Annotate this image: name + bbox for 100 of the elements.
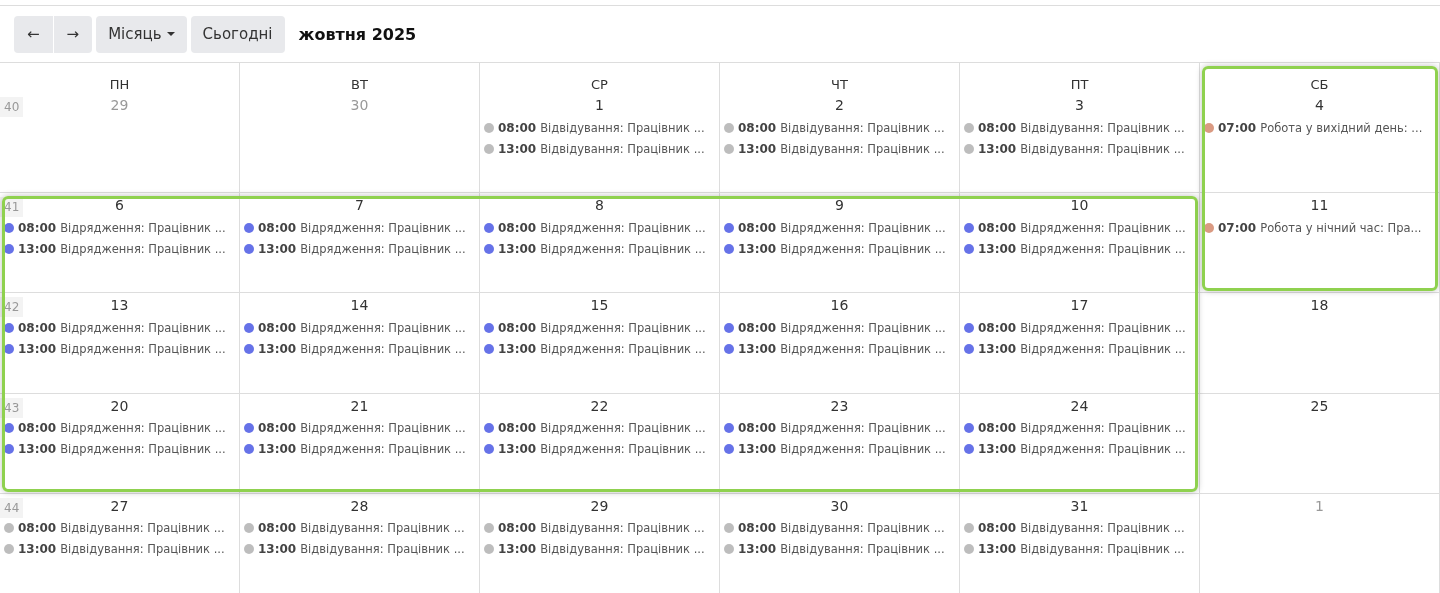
event-time: 13:00 bbox=[738, 442, 777, 457]
calendar-event[interactable]: 08:00 Відрядження: Працівник ... bbox=[0, 417, 239, 439]
calendar-event[interactable]: 13:00 Відрядження: Працівник ... bbox=[0, 438, 239, 460]
calendar-event[interactable]: 08:00 Відрядження: Працівник ... bbox=[960, 317, 1199, 339]
calendar-event[interactable]: 08:00 Відрядження: Працівник ... bbox=[0, 217, 239, 239]
calendar-event[interactable]: 08:00 Відрядження: Працівник ... bbox=[720, 417, 959, 439]
event-title: Відрядження: Працівник ... bbox=[60, 241, 226, 256]
calendar-event[interactable]: 07:00 Робота у вихідний день: ... bbox=[1200, 117, 1439, 138]
calendar-event[interactable]: 13:00 Відвідування: Працівник ... bbox=[480, 538, 719, 560]
day-number: 14 bbox=[350, 297, 369, 314]
calendar-event[interactable]: 13:00 Відвідування: Працівник ... bbox=[960, 138, 1199, 159]
event-time: 08:00 bbox=[498, 421, 537, 436]
day-number: 15 bbox=[590, 297, 609, 314]
calendar-event[interactable]: 13:00 Відвідування: Працівник ... bbox=[240, 538, 479, 560]
event-time: 13:00 bbox=[18, 341, 57, 356]
week-number: 44 bbox=[0, 497, 24, 518]
event-time: 08:00 bbox=[978, 220, 1017, 235]
event-time: 08:00 bbox=[738, 521, 777, 536]
event-title: Відрядження: Працівник ... bbox=[540, 241, 706, 256]
today-button[interactable]: Сьогодні bbox=[190, 15, 285, 53]
calendar-event[interactable]: 13:00 Відвідування: Працівник ... bbox=[720, 138, 959, 159]
calendar-event[interactable]: 08:00 Відрядження: Працівник ... bbox=[720, 317, 959, 339]
calendar-event[interactable]: 13:00 Відрядження: Працівник ... bbox=[960, 338, 1199, 360]
event-title: Відрядження: Працівник ... bbox=[60, 442, 226, 457]
calendar-event[interactable]: 13:00 Відрядження: Працівник ... bbox=[480, 338, 719, 360]
calendar-event[interactable]: 13:00 Відрядження: Працівник ... bbox=[0, 238, 239, 260]
view-dropdown[interactable]: Місяць bbox=[96, 15, 187, 53]
calendar-event[interactable]: 08:00 Відрядження: Працівник ... bbox=[960, 417, 1199, 439]
event-title: Відрядження: Працівник ... bbox=[540, 341, 706, 356]
calendar-event[interactable]: 08:00 Відрядження: Працівник ... bbox=[960, 217, 1199, 239]
calendar-event[interactable]: 08:00 Відвідування: Працівник ... bbox=[0, 517, 239, 539]
event-title: Відрядження: Працівник ... bbox=[1020, 442, 1186, 457]
calendar-event[interactable]: 13:00 Відрядження: Працівник ... bbox=[720, 438, 959, 460]
calendar-event[interactable]: 08:00 Відрядження: Працівник ... bbox=[240, 317, 479, 339]
calendar-event[interactable]: 08:00 Відвідування: Працівник ... bbox=[960, 517, 1199, 539]
event-title: Відвідування: Працівник ... bbox=[60, 521, 225, 536]
calendar-event[interactable]: 13:00 Відрядження: Працівник ... bbox=[240, 238, 479, 260]
event-title: Робота у нічний час: Пра... bbox=[1260, 220, 1422, 235]
day-number: 8 bbox=[595, 197, 604, 214]
event-time: 13:00 bbox=[258, 241, 297, 256]
event-title: Відрядження: Працівник ... bbox=[540, 220, 706, 235]
day-number: 20 bbox=[110, 397, 129, 414]
calendar-event[interactable]: 08:00 Відрядження: Працівник ... bbox=[720, 217, 959, 239]
calendar-event[interactable]: 13:00 Відвідування: Працівник ... bbox=[960, 538, 1199, 560]
calendar-event[interactable]: 07:00 Робота у нічний час: Пра... bbox=[1200, 217, 1439, 239]
event-time: 13:00 bbox=[978, 141, 1017, 156]
calendar-event[interactable]: 13:00 Відрядження: Працівник ... bbox=[240, 338, 479, 360]
event-time: 08:00 bbox=[738, 120, 777, 135]
event-title: Відрядження: Працівник ... bbox=[300, 341, 466, 356]
calendar-event[interactable]: 08:00 Відрядження: Працівник ... bbox=[0, 317, 239, 339]
calendar-event[interactable]: 13:00 Відрядження: Працівник ... bbox=[960, 238, 1199, 260]
weekday-header: ПТ bbox=[960, 63, 1200, 93]
event-time: 08:00 bbox=[18, 220, 57, 235]
event-time: 13:00 bbox=[258, 442, 297, 457]
calendar-event[interactable]: 08:00 Відвідування: Працівник ... bbox=[720, 117, 959, 138]
calendar-event[interactable]: 08:00 Відвідування: Працівник ... bbox=[240, 517, 479, 539]
day-number: 30 bbox=[830, 497, 849, 514]
event-time: 13:00 bbox=[18, 442, 57, 457]
calendar-event[interactable]: 08:00 Відрядження: Працівник ... bbox=[480, 417, 719, 439]
calendar-event[interactable]: 13:00 Відвідування: Працівник ... bbox=[0, 538, 239, 560]
next-button[interactable]: → bbox=[53, 15, 93, 53]
previous-button[interactable]: ← bbox=[14, 15, 53, 53]
caret-icon bbox=[166, 32, 175, 36]
calendar-event[interactable]: 08:00 Відрядження: Працівник ... bbox=[240, 417, 479, 439]
event-title: Відрядження: Працівник ... bbox=[300, 220, 466, 235]
calendar-event[interactable]: 08:00 Відрядження: Працівник ... bbox=[480, 317, 719, 339]
event-title: Відрядження: Працівник ... bbox=[780, 241, 946, 256]
calendar-event[interactable]: 13:00 Відрядження: Працівник ... bbox=[0, 338, 239, 360]
event-title: Відвідування: Працівник ... bbox=[540, 120, 705, 135]
day-number: 28 bbox=[350, 497, 369, 514]
event-title: Відрядження: Працівник ... bbox=[540, 421, 706, 436]
calendar-event[interactable]: 08:00 Відрядження: Працівник ... bbox=[240, 217, 479, 239]
calendar-event[interactable]: 13:00 Відрядження: Працівник ... bbox=[480, 238, 719, 260]
event-time: 08:00 bbox=[978, 120, 1017, 135]
calendar-event[interactable]: 13:00 Відрядження: Працівник ... bbox=[720, 338, 959, 360]
calendar-event[interactable]: 13:00 Відрядження: Працівник ... bbox=[960, 438, 1199, 460]
calendar-event[interactable]: 13:00 Відрядження: Працівник ... bbox=[240, 438, 479, 460]
event-time: 13:00 bbox=[18, 542, 57, 557]
event-time: 08:00 bbox=[258, 421, 297, 436]
day-number: 29 bbox=[590, 497, 609, 514]
day-number: 2 bbox=[835, 97, 844, 113]
calendar-event[interactable]: 08:00 Відвідування: Працівник ... bbox=[480, 117, 719, 138]
calendar-event[interactable]: 13:00 Відвідування: Працівник ... bbox=[480, 138, 719, 159]
day-number: 16 bbox=[830, 297, 849, 314]
calendar-event[interactable]: 08:00 Відрядження: Працівник ... bbox=[480, 217, 719, 239]
event-title: Відрядження: Працівник ... bbox=[540, 442, 706, 457]
event-title: Відрядження: Працівник ... bbox=[780, 421, 946, 436]
calendar-event[interactable]: 13:00 Відвідування: Працівник ... bbox=[720, 538, 959, 560]
calendar-event[interactable]: 13:00 Відрядження: Працівник ... bbox=[720, 238, 959, 260]
day-number: 21 bbox=[350, 397, 369, 414]
calendar-event[interactable]: 08:00 Відвідування: Працівник ... bbox=[960, 117, 1199, 138]
event-title: Відрядження: Працівник ... bbox=[60, 421, 226, 436]
calendar-event[interactable]: 13:00 Відрядження: Працівник ... bbox=[480, 438, 719, 460]
day-number: 11 bbox=[1310, 197, 1329, 214]
day-number: 18 bbox=[1310, 297, 1329, 314]
calendar-event[interactable]: 08:00 Відвідування: Працівник ... bbox=[720, 517, 959, 539]
event-title: Відрядження: Працівник ... bbox=[540, 320, 706, 335]
day-number: 29 bbox=[110, 97, 129, 113]
event-time: 08:00 bbox=[498, 320, 537, 335]
calendar-event[interactable]: 08:00 Відвідування: Працівник ... bbox=[480, 517, 719, 539]
